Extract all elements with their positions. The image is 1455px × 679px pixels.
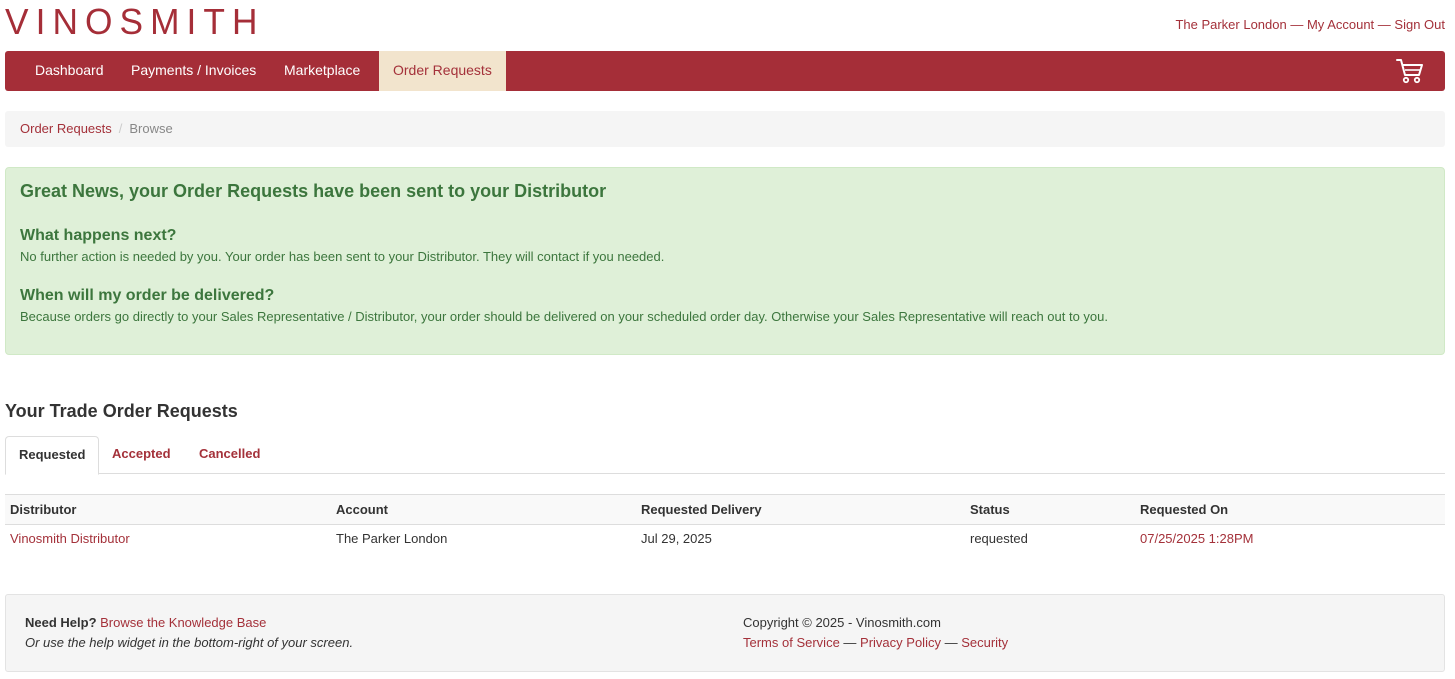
order-status-tabs: Requested Accepted Cancelled	[5, 436, 1445, 475]
alert-question-next: What happens next?	[20, 227, 177, 244]
shopping-cart-icon[interactable]	[1395, 57, 1425, 85]
column-header-account: Account	[331, 494, 636, 525]
alert-question-delivery: When will my order be delivered?	[20, 287, 275, 304]
tab-requested[interactable]: Requested	[5, 436, 100, 475]
requested-delivery-cell: Jul 29, 2025	[641, 531, 712, 547]
help-widget-note: Or use the help widget in the bottom-rig…	[25, 635, 354, 650]
top-account-links: The Parker London — My Account — Sign Ou…	[1175, 17, 1445, 32]
legal-links: Terms of Service — Privacy Policy — Secu…	[743, 635, 1008, 650]
breadcrumb-current: Browse	[129, 121, 173, 136]
copyright: Copyright © 2025 - Vinosmith.com	[743, 615, 941, 630]
requested-on-link[interactable]: 07/25/2025 1:28PM	[1135, 525, 1445, 553]
success-alert: Great News, your Order Requests have bee…	[5, 167, 1445, 355]
security-link[interactable]: Security	[961, 635, 1008, 650]
tab-accepted[interactable]: Accepted	[99, 436, 184, 474]
sign-out-link[interactable]: Sign Out	[1394, 17, 1445, 32]
column-header-distributor: Distributor	[5, 494, 331, 525]
nav-dashboard[interactable]: Dashboard	[21, 51, 118, 91]
alert-answer-delivery: Because orders go directly to your Sales…	[20, 309, 1108, 324]
vinosmith-logo[interactable]: VINOSMITH	[5, 2, 265, 42]
account-name-link[interactable]: The Parker London	[1175, 17, 1286, 32]
privacy-link[interactable]: Privacy Policy	[860, 635, 941, 650]
separator: —	[940, 635, 962, 650]
separator: —	[1374, 17, 1395, 32]
table-row: Vinosmith Distributor The Parker London …	[5, 525, 1445, 553]
breadcrumb-order-requests[interactable]: Order Requests	[20, 121, 112, 136]
column-header-status: Status	[965, 494, 1135, 525]
order-requests-table: Distributor Account Requested Delivery S…	[5, 494, 1445, 553]
nav-marketplace[interactable]: Marketplace	[270, 51, 374, 91]
column-header-requested-delivery: Requested Delivery	[636, 494, 965, 525]
my-account-link[interactable]: My Account	[1307, 17, 1374, 32]
table-header-row: Distributor Account Requested Delivery S…	[5, 494, 1445, 525]
alert-answer-next: No further action is needed by you. Your…	[20, 249, 665, 264]
separator: —	[839, 635, 861, 650]
help-line: Need Help? Browse the Knowledge Base	[25, 615, 266, 630]
distributor-link[interactable]: Vinosmith Distributor	[5, 525, 331, 553]
need-help-label: Need Help?	[25, 615, 97, 630]
status-cell: requested	[970, 531, 1028, 547]
nav-order-requests[interactable]: Order Requests	[379, 51, 506, 91]
knowledge-base-link[interactable]: Browse the Knowledge Base	[100, 615, 266, 630]
main-navbar: Dashboard Payments / Invoices Marketplac…	[5, 51, 1445, 91]
breadcrumb: Order Requests / Browse	[5, 111, 1445, 147]
alert-title: Great News, your Order Requests have bee…	[20, 181, 607, 201]
page-footer: Need Help? Browse the Knowledge Base Or …	[5, 594, 1445, 672]
nav-payments-invoices[interactable]: Payments / Invoices	[117, 51, 270, 91]
column-header-requested-on: Requested On	[1135, 494, 1445, 525]
section-title: Your Trade Order Requests	[5, 401, 238, 421]
terms-link[interactable]: Terms of Service	[743, 635, 840, 650]
tab-cancelled[interactable]: Cancelled	[186, 436, 273, 474]
separator: —	[1286, 17, 1307, 32]
account-cell: The Parker London	[336, 531, 448, 547]
breadcrumb-separator: /	[118, 121, 123, 136]
